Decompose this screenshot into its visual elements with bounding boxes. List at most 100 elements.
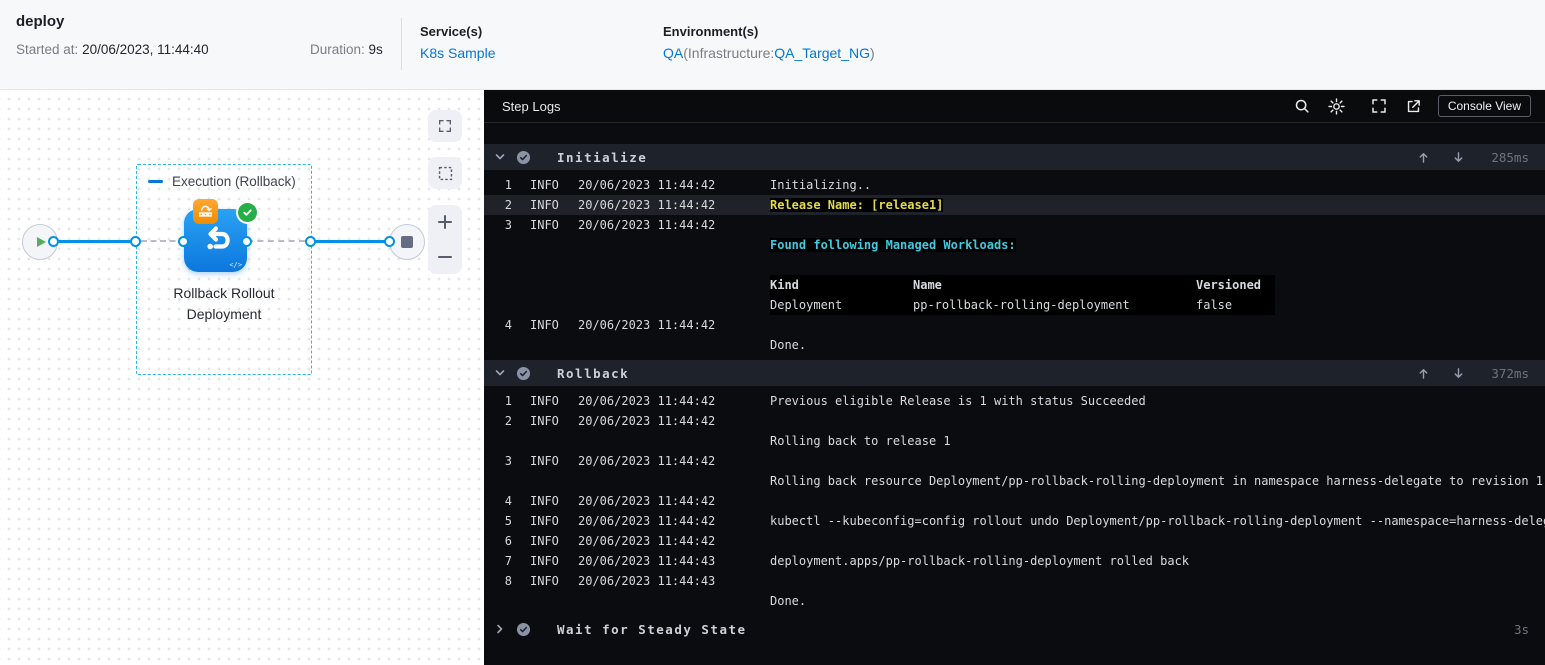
connection-port[interactable] <box>305 236 316 247</box>
log-timestamp <box>578 335 770 355</box>
success-check-icon <box>238 203 257 222</box>
zoom-out-icon <box>438 255 452 258</box>
log-message: Previous eligible Release is 1 with stat… <box>770 394 1146 408</box>
log-line-number: 1 <box>504 178 512 192</box>
connector-line <box>311 240 390 243</box>
canvas-fullscreen-button[interactable] <box>428 110 462 142</box>
duration: Duration: 9s <box>310 42 383 57</box>
log-row: 3 INFO 20/06/2023 11:44:42 <box>484 215 1545 235</box>
log-timestamp <box>578 591 770 611</box>
service-link[interactable]: K8s Sample <box>420 45 495 61</box>
log-row: 5 INFO 20/06/2023 11:44:42 kubectl --kubeco… <box>484 511 1545 531</box>
log-timestamp <box>578 275 770 295</box>
execution-group-header[interactable]: Execution (Rollback) <box>148 174 296 189</box>
log-message: Done. <box>770 594 807 608</box>
open-in-new-button[interactable] <box>1402 94 1426 118</box>
scroll-top-button[interactable] <box>1417 367 1430 380</box>
zoom-in-button[interactable] <box>428 205 462 240</box>
log-level: INFO <box>530 514 559 528</box>
log-row: 2 INFO 20/06/2023 11:44:42 Release Name: [r… <box>484 195 1545 215</box>
log-table-cell: false <box>1196 298 1233 312</box>
log-timestamp: 20/06/2023 11:44:42 <box>578 318 716 332</box>
search-button[interactable] <box>1290 94 1314 118</box>
scroll-bottom-button[interactable] <box>1452 367 1465 380</box>
log-row: Rolling back to release 1 <box>484 431 1545 451</box>
marquee-select-icon <box>438 166 452 180</box>
section-duration: 372ms <box>1491 365 1529 381</box>
environment-link[interactable]: QA <box>663 45 683 61</box>
connection-port[interactable] <box>241 236 252 247</box>
expand-button[interactable] <box>1367 94 1391 118</box>
environments-label: Environment(s) <box>663 24 759 39</box>
log-line-number <box>484 471 512 491</box>
services-block: Service(s) K8s Sample <box>420 24 495 63</box>
log-line-number: 6 <box>504 534 512 548</box>
log-line-number <box>484 235 512 255</box>
log-table-cell: Name <box>913 278 942 292</box>
page-title: deploy <box>16 13 65 30</box>
log-level: INFO <box>530 318 559 332</box>
log-line-number: 3 <box>504 454 512 468</box>
log-message <box>770 531 1545 551</box>
log-line-number <box>484 431 512 451</box>
log-row: 1 INFO 20/06/2023 11:44:42 Previous eligibl… <box>484 391 1545 411</box>
log-timestamp: 20/06/2023 11:44:42 <box>578 198 716 212</box>
log-rows: 1 INFO 20/06/2023 11:44:42 Initializing.. 2 I… <box>484 170 1545 360</box>
started-at-label: Started at: <box>16 42 79 57</box>
connection-port[interactable] <box>178 236 189 247</box>
log-message: kubectl --kubeconfig=config rollout undo… <box>770 514 1545 528</box>
log-section-title: Initialize <box>557 149 648 165</box>
log-line-number <box>484 335 512 355</box>
collapse-dash-icon[interactable] <box>148 180 163 183</box>
log-row: Done. <box>484 591 1545 611</box>
log-table-header: Kind Name Versioned <box>770 275 1275 295</box>
scroll-top-button[interactable] <box>1417 151 1430 164</box>
connection-port[interactable] <box>48 236 59 247</box>
log-table-cell: Versioned <box>1196 278 1262 292</box>
log-level <box>530 335 578 355</box>
connection-port[interactable] <box>384 236 395 247</box>
log-table-cell: Deployment <box>770 298 843 312</box>
duration-value: 9s <box>368 42 383 57</box>
log-row <box>484 255 1545 275</box>
expand-icon <box>1372 99 1386 113</box>
infrastructure-link[interactable]: QA_Target_NG <box>774 45 870 61</box>
log-line-number <box>484 275 512 295</box>
log-level <box>530 591 578 611</box>
log-level: INFO <box>530 178 559 192</box>
log-section-header-rollback[interactable]: Rollback 372ms <box>484 360 1545 386</box>
execution-header: deploy Started at: 20/06/2023, 11:44:40 … <box>0 0 1545 90</box>
pipeline-execution-page: deploy Started at: 20/06/2023, 11:44:40 … <box>0 0 1545 665</box>
log-line-number: 5 <box>504 514 512 528</box>
connection-port[interactable] <box>130 236 141 247</box>
zoom-out-button[interactable] <box>428 240 462 275</box>
log-level: INFO <box>530 574 559 588</box>
log-row: 4 INFO 20/06/2023 11:44:42 <box>484 315 1545 335</box>
log-level <box>530 295 578 315</box>
log-line-number <box>484 591 512 611</box>
log-line-number: 4 <box>504 494 512 508</box>
log-timestamp <box>578 431 770 451</box>
log-timestamp: 20/06/2023 11:44:43 <box>578 574 716 588</box>
pipeline-canvas[interactable]: Execution (Rollback) </> Rollback Rollou… <box>0 90 484 665</box>
section-duration: 285ms <box>1491 149 1529 165</box>
canvas-marquee-select-button[interactable] <box>428 157 462 189</box>
log-line-number: 8 <box>504 574 512 588</box>
log-message <box>770 411 1545 431</box>
execution-group-label: Execution (Rollback) <box>172 174 296 189</box>
chevron-right-icon <box>494 623 506 635</box>
open-in-new-icon <box>1408 99 1421 112</box>
log-level: INFO <box>530 494 559 508</box>
log-message: Done. <box>770 338 807 352</box>
started-at: Started at: 20/06/2023, 11:44:40 <box>16 42 209 57</box>
log-timestamp: 20/06/2023 11:44:42 <box>578 178 716 192</box>
log-section-header-wait-for-steady-state[interactable]: Wait for Steady State 3s <box>484 616 1545 642</box>
connector-line <box>53 240 136 243</box>
log-table-row: Deployment pp-rollback-rolling-deployment… <box>770 295 1275 315</box>
log-section-header-initialize[interactable]: Initialize 285ms <box>484 144 1545 170</box>
infrastructure-label: (Infrastructure: <box>683 45 775 61</box>
settings-button[interactable] <box>1325 94 1349 118</box>
scroll-bottom-button[interactable] <box>1452 151 1465 164</box>
console-view-button[interactable]: Console View <box>1437 95 1531 117</box>
log-message <box>770 451 1545 471</box>
